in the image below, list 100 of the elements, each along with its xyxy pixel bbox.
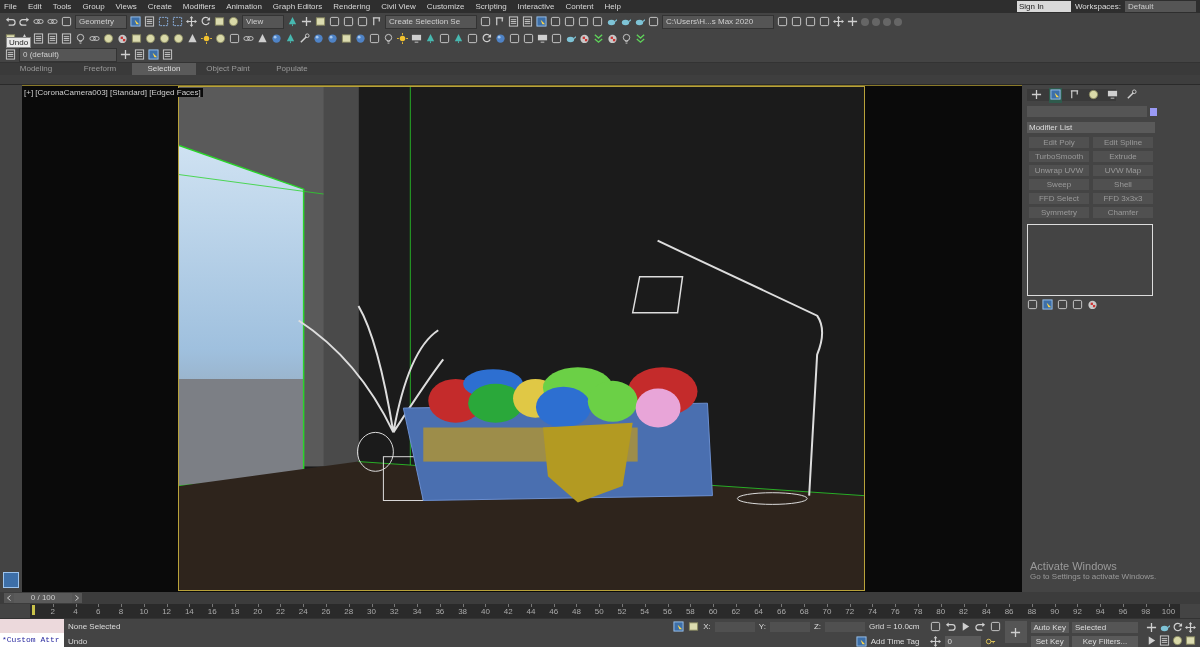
project-folder-dropdown[interactable]: C:\Users\H...s Max 2020 <box>662 14 774 29</box>
teapot-icon[interactable] <box>606 16 617 27</box>
modifier-button[interactable]: Sweep <box>1029 179 1089 190</box>
list-icon[interactable] <box>162 49 173 60</box>
frame-icon[interactable] <box>1057 299 1068 310</box>
list-icon[interactable] <box>47 33 58 44</box>
wrench-icon[interactable] <box>299 33 310 44</box>
ribbon-tab[interactable]: Object Paint <box>196 63 260 75</box>
chevron-icon[interactable] <box>635 33 646 44</box>
key-icon[interactable] <box>984 636 996 647</box>
modifier-list-dropdown[interactable]: Modifier List <box>1027 122 1155 133</box>
list-icon[interactable] <box>5 49 16 60</box>
list-icon[interactable] <box>134 49 145 60</box>
frame-icon[interactable] <box>467 33 478 44</box>
add-time-tag-link[interactable]: Add Time Tag <box>870 637 920 646</box>
sphere-icon[interactable] <box>103 33 114 44</box>
frame-icon[interactable] <box>592 16 603 27</box>
chevron-icon[interactable] <box>593 33 604 44</box>
frame-icon[interactable] <box>439 33 450 44</box>
auto-key-button[interactable]: Auto Key <box>1030 621 1069 633</box>
globe-icon[interactable] <box>355 33 366 44</box>
plus-icon[interactable] <box>1010 626 1022 638</box>
menu-item[interactable]: Group <box>82 2 105 11</box>
time-slider-thumb[interactable]: 0 / 100 <box>14 593 72 603</box>
box-icon[interactable] <box>1185 635 1196 646</box>
list-icon[interactable] <box>144 16 155 27</box>
checker-icon[interactable] <box>607 33 618 44</box>
list-icon[interactable] <box>61 33 72 44</box>
modifier-button[interactable]: TurboSmooth <box>1029 151 1089 162</box>
play-icon[interactable] <box>1146 635 1157 646</box>
rotate-icon[interactable] <box>1172 622 1183 633</box>
reference-coordinate-dropdown[interactable]: View <box>242 14 284 29</box>
move-icon[interactable] <box>833 16 844 27</box>
box-icon[interactable] <box>315 16 326 27</box>
plus-icon[interactable] <box>1146 622 1157 633</box>
viewport-label[interactable]: [+] [CoronaCamera003] [Standard] [Edged Faces] <box>24 88 203 97</box>
list-icon[interactable] <box>33 33 44 44</box>
frame-icon[interactable] <box>509 33 520 44</box>
frame-icon[interactable] <box>1072 299 1083 310</box>
listener-input-field[interactable]: *Custom Attr <box>0 633 64 647</box>
menu-item[interactable]: Scripting <box>475 2 507 11</box>
menu-item[interactable]: Civil View <box>381 2 416 11</box>
select-icon[interactable] <box>536 16 547 27</box>
square-icon[interactable] <box>158 16 169 27</box>
modifier-button[interactable]: Symmetry <box>1029 207 1089 218</box>
bulb-icon[interactable] <box>621 33 632 44</box>
sphere-icon[interactable] <box>228 16 239 27</box>
key-filters-button[interactable]: Key Filters... <box>1072 635 1138 647</box>
menu-item[interactable]: Views <box>115 2 137 11</box>
modifier-button[interactable]: Extrude <box>1093 151 1153 162</box>
current-frame-field[interactable]: 0 <box>944 636 981 647</box>
cone-icon[interactable] <box>257 33 268 44</box>
box-icon[interactable] <box>214 16 225 27</box>
redo-icon[interactable] <box>974 621 986 632</box>
modifier-button[interactable]: Shell <box>1093 179 1153 190</box>
workspace-dropdown[interactable]: Default <box>1125 1 1196 12</box>
menu-item[interactable]: Edit <box>27 2 42 11</box>
teapot-icon[interactable] <box>634 16 645 27</box>
object-color-swatch[interactable] <box>1150 107 1157 116</box>
sun-icon[interactable] <box>397 33 408 44</box>
menu-item[interactable]: Create <box>147 2 172 11</box>
frame-icon[interactable] <box>819 16 830 27</box>
frame-icon[interactable] <box>369 33 380 44</box>
monitor-icon[interactable] <box>411 33 422 44</box>
rotate-icon[interactable] <box>200 16 211 27</box>
frame-icon[interactable] <box>648 16 659 27</box>
teapot-icon[interactable] <box>565 33 576 44</box>
box-icon[interactable] <box>131 33 142 44</box>
frame-icon[interactable] <box>551 33 562 44</box>
globe-icon[interactable] <box>327 33 338 44</box>
sphere-icon[interactable] <box>159 33 170 44</box>
ribbon-tab[interactable]: Selection <box>132 63 196 75</box>
list-icon[interactable] <box>508 16 519 27</box>
modifier-button[interactable]: Chamfer <box>1093 207 1153 218</box>
globe-icon[interactable] <box>271 33 282 44</box>
link-icon[interactable] <box>243 33 254 44</box>
redo-icon[interactable] <box>19 16 30 27</box>
checker-icon[interactable] <box>117 33 128 44</box>
set-key-button[interactable]: Set Key <box>1030 635 1069 647</box>
modifier-button[interactable]: Unwrap UVW <box>1029 165 1089 176</box>
select-icon[interactable] <box>1042 299 1053 310</box>
plus-icon[interactable] <box>120 49 131 60</box>
menu-item[interactable]: Modifiers <box>182 2 216 11</box>
undo-icon[interactable] <box>5 16 16 27</box>
frame-icon[interactable] <box>564 16 575 27</box>
menu-item[interactable]: File <box>4 2 17 11</box>
frame-icon[interactable] <box>791 16 802 27</box>
menu-item[interactable]: Interactive <box>517 2 555 11</box>
globe-icon[interactable] <box>313 33 324 44</box>
rotate-icon[interactable] <box>481 33 492 44</box>
plus-icon[interactable] <box>847 16 858 27</box>
frame-icon[interactable] <box>523 33 534 44</box>
sphere-icon[interactable] <box>145 33 156 44</box>
plus-icon[interactable] <box>301 16 312 27</box>
menu-item[interactable]: Rendering <box>333 2 371 11</box>
menu-item[interactable]: Help <box>604 2 621 11</box>
select-icon[interactable] <box>673 621 685 632</box>
named-selection-dropdown[interactable]: Create Selection Se <box>385 14 477 29</box>
modifier-stack[interactable] <box>1027 224 1153 296</box>
box-icon[interactable] <box>688 621 700 632</box>
